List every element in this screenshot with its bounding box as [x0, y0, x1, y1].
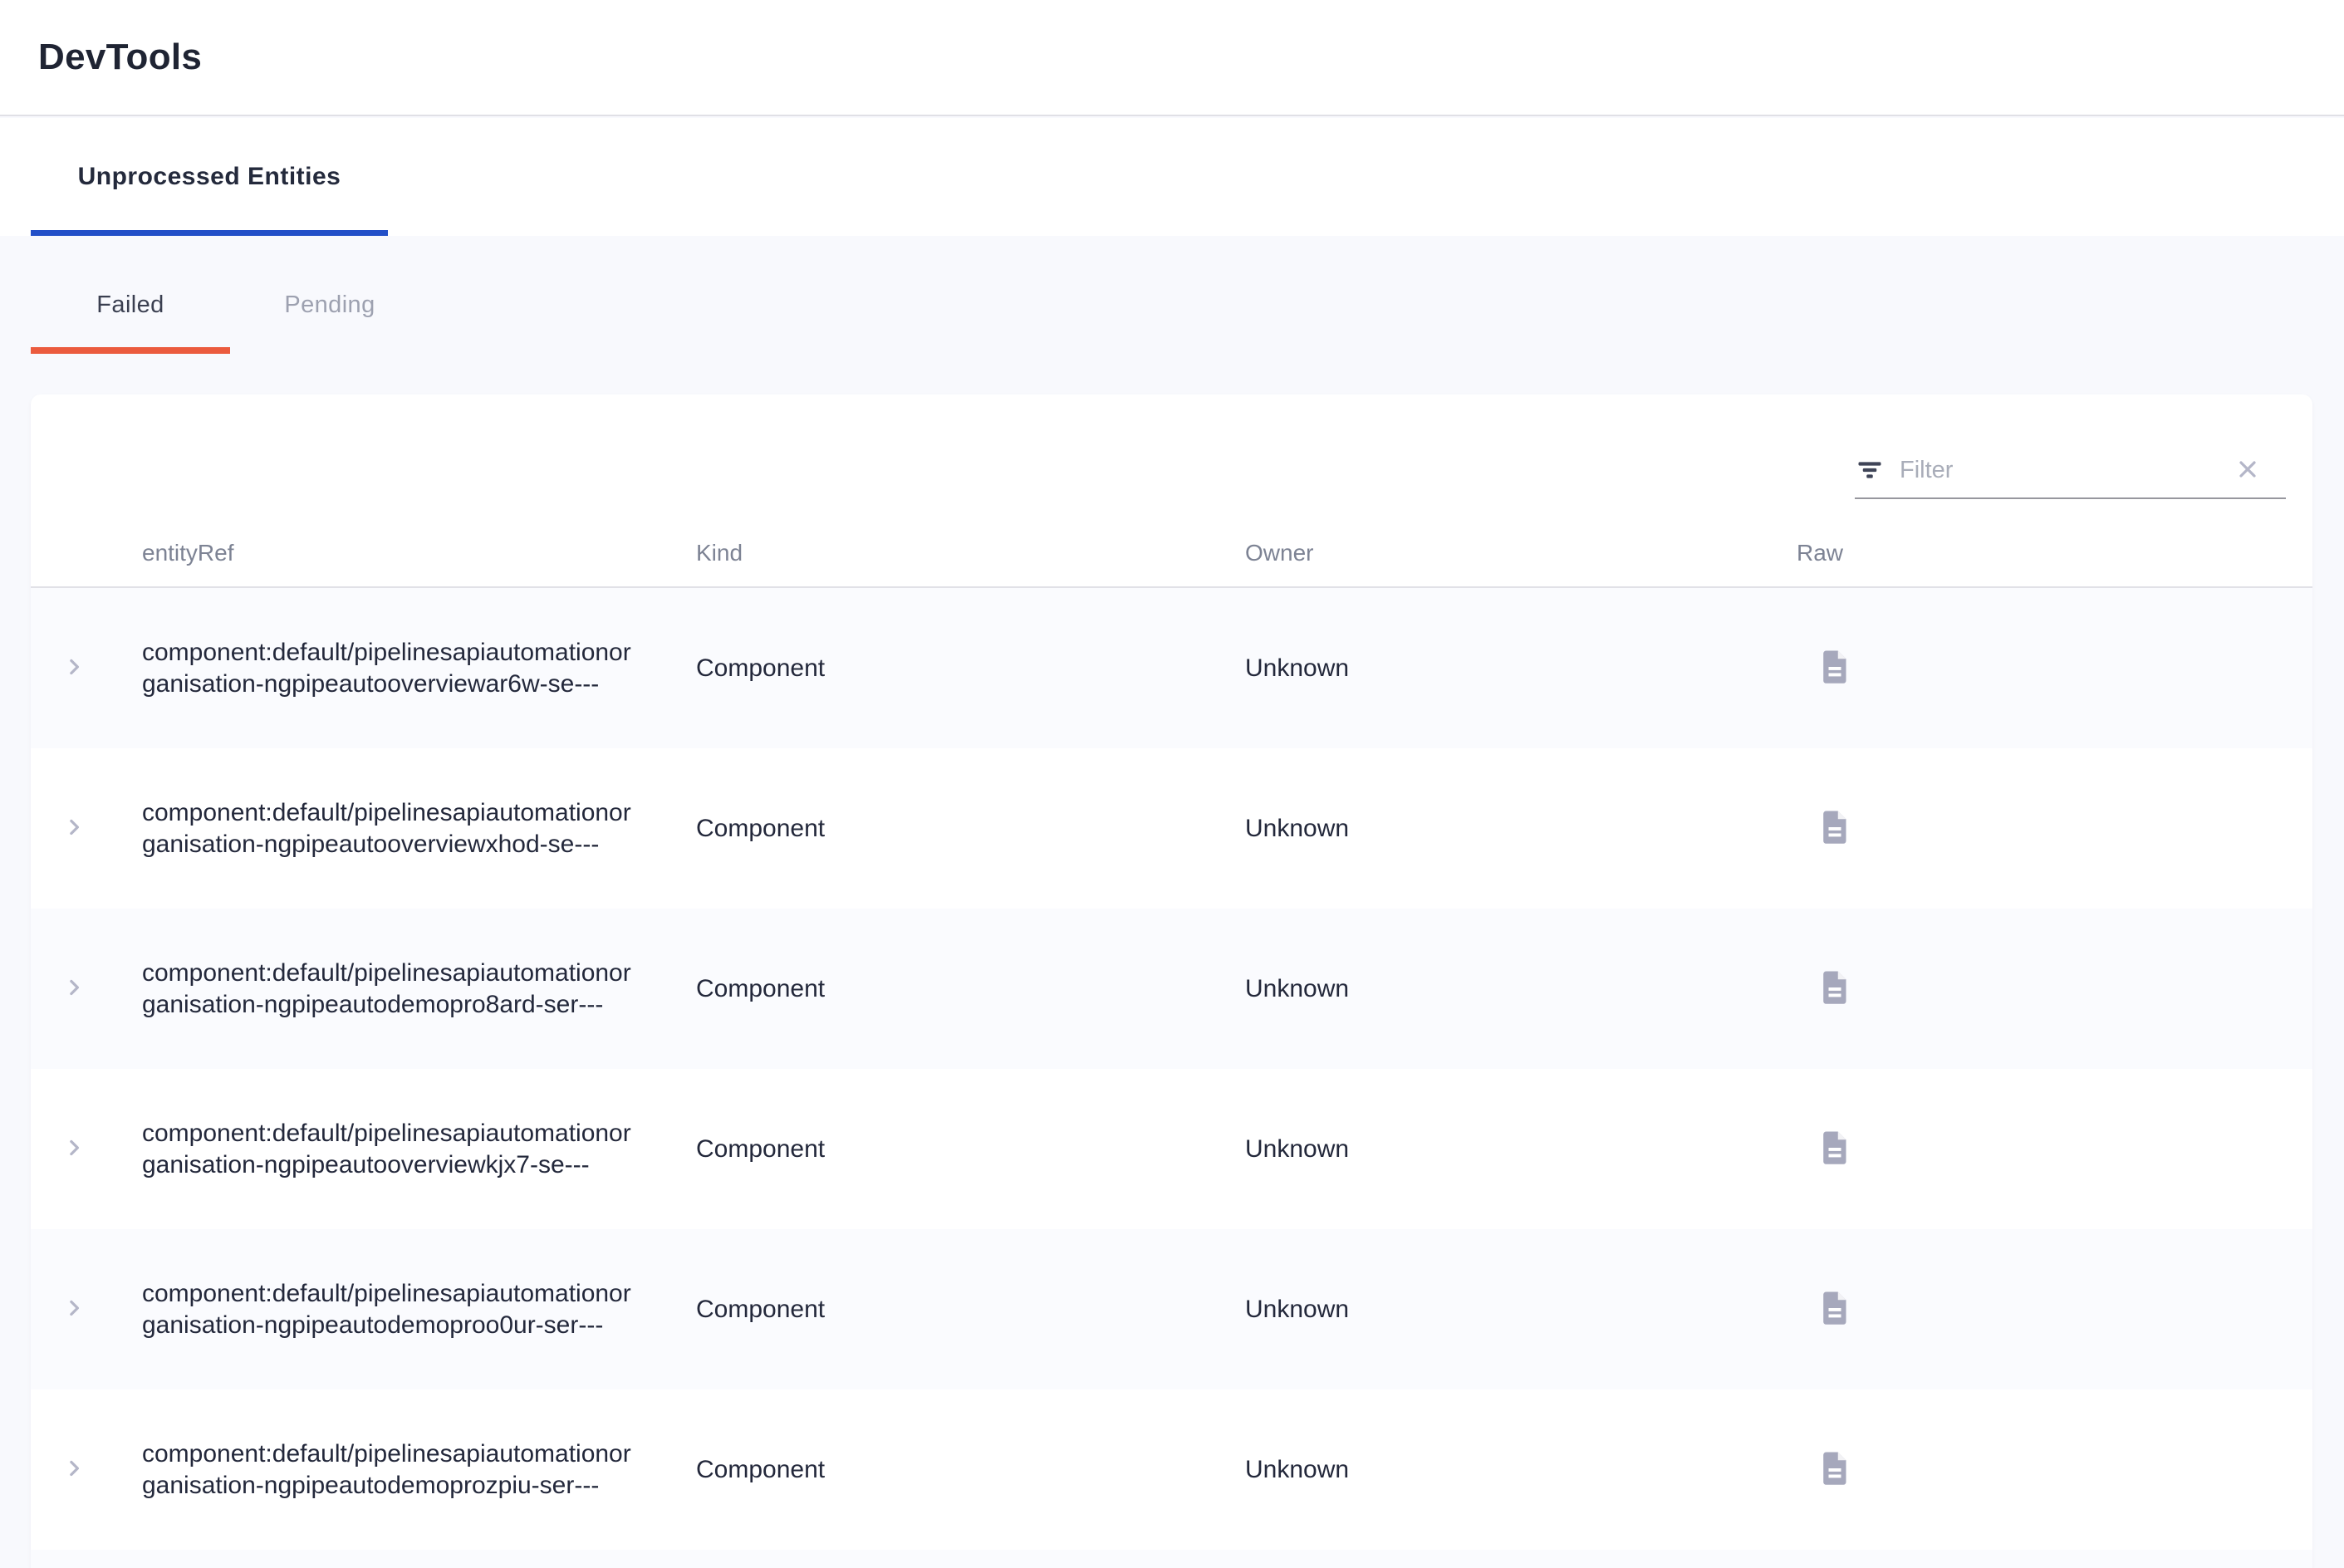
column-header-owner: Owner [1245, 519, 1313, 586]
document-icon [1820, 969, 1850, 1008]
owner-cell: Unknown [1245, 1296, 1349, 1324]
owner-cell: Unknown [1245, 654, 1349, 683]
tab-label: Failed [96, 292, 164, 319]
tab-label: Pending [284, 292, 375, 319]
entityref-cell: component:default/pipelinesapiautomation… [142, 1278, 637, 1341]
entityref-cell: component:default/pipelinesapiautomation… [142, 1438, 637, 1502]
table-row: component:default/pipelinesapiautomation… [31, 909, 2312, 1069]
table-row-partial [31, 1550, 2312, 1568]
kind-cell: Component [696, 654, 825, 683]
kind-cell: Component [696, 975, 825, 1003]
close-icon [2234, 456, 2261, 485]
kind-cell: Component [696, 1135, 825, 1164]
document-icon [1820, 1290, 1850, 1329]
kind-cell: Component [696, 815, 825, 843]
entityref-cell: component:default/pipelinesapiautomation… [142, 637, 637, 700]
tab-failed[interactable]: Failed [31, 236, 230, 355]
tab-pending[interactable]: Pending [230, 236, 429, 355]
table-row: component:default/pipelinesapiautomation… [31, 748, 2312, 909]
tab-label: Unprocessed Entities [78, 163, 341, 191]
table-body: component:default/pipelinesapiautomation… [31, 588, 2312, 1550]
document-icon [1820, 809, 1850, 848]
chevron-right-icon [61, 654, 86, 682]
failed-tab-indicator [31, 347, 230, 354]
expand-row-button[interactable] [54, 969, 94, 1009]
page-title: DevTools [38, 37, 202, 78]
chevron-right-icon [61, 1135, 86, 1163]
document-icon [1820, 1129, 1850, 1169]
filter-list-icon [1855, 458, 1885, 483]
status-tab-bar: Failed Pending [0, 236, 2344, 357]
owner-cell: Unknown [1245, 815, 1349, 843]
filter-field [1855, 443, 2286, 499]
content-card: entityRef Kind Owner Raw component:defau… [31, 394, 2312, 1568]
devtools-page: DevTools Unprocessed Entities Failed Pen… [0, 0, 2344, 1568]
column-header-entityref: entityRef [142, 519, 234, 586]
expand-row-button[interactable] [54, 649, 94, 688]
chevron-right-icon [61, 1296, 86, 1323]
table-row: component:default/pipelinesapiautomation… [31, 588, 2312, 748]
view-raw-button[interactable] [1808, 802, 1861, 855]
kind-cell: Component [696, 1296, 825, 1324]
active-tab-indicator [31, 230, 388, 236]
chevron-right-icon [61, 1456, 86, 1483]
main-tab-bar: Unprocessed Entities [0, 118, 2344, 236]
table-row: component:default/pipelinesapiautomation… [31, 1389, 2312, 1550]
kind-cell: Component [696, 1456, 825, 1484]
column-header-raw: Raw [1797, 519, 1843, 586]
entityref-cell: component:default/pipelinesapiautomation… [142, 958, 637, 1021]
document-icon [1820, 649, 1850, 688]
filter-input[interactable] [1898, 456, 2218, 485]
entityref-cell: component:default/pipelinesapiautomation… [142, 1118, 637, 1181]
chevron-right-icon [61, 815, 86, 842]
app-header: DevTools [0, 0, 2344, 116]
expand-row-button[interactable] [54, 1290, 94, 1330]
owner-cell: Unknown [1245, 975, 1349, 1003]
clear-filter-button[interactable] [2231, 453, 2264, 487]
expand-row-button[interactable] [54, 1450, 94, 1490]
table-row: component:default/pipelinesapiautomation… [31, 1069, 2312, 1229]
column-header-kind: Kind [696, 519, 743, 586]
tab-unprocessed-entities[interactable]: Unprocessed Entities [31, 118, 388, 236]
chevron-right-icon [61, 975, 86, 1002]
view-raw-button[interactable] [1808, 1443, 1861, 1497]
owner-cell: Unknown [1245, 1456, 1349, 1484]
table-header-row: entityRef Kind Owner Raw [31, 519, 2312, 588]
document-icon [1820, 1450, 1850, 1489]
table-row: component:default/pipelinesapiautomation… [31, 1229, 2312, 1389]
entityref-cell: component:default/pipelinesapiautomation… [142, 797, 637, 860]
view-raw-button[interactable] [1808, 963, 1861, 1016]
expand-row-button[interactable] [54, 809, 94, 849]
view-raw-button[interactable] [1808, 642, 1861, 695]
view-raw-button[interactable] [1808, 1283, 1861, 1336]
expand-row-button[interactable] [54, 1129, 94, 1169]
owner-cell: Unknown [1245, 1135, 1349, 1164]
view-raw-button[interactable] [1808, 1123, 1861, 1176]
